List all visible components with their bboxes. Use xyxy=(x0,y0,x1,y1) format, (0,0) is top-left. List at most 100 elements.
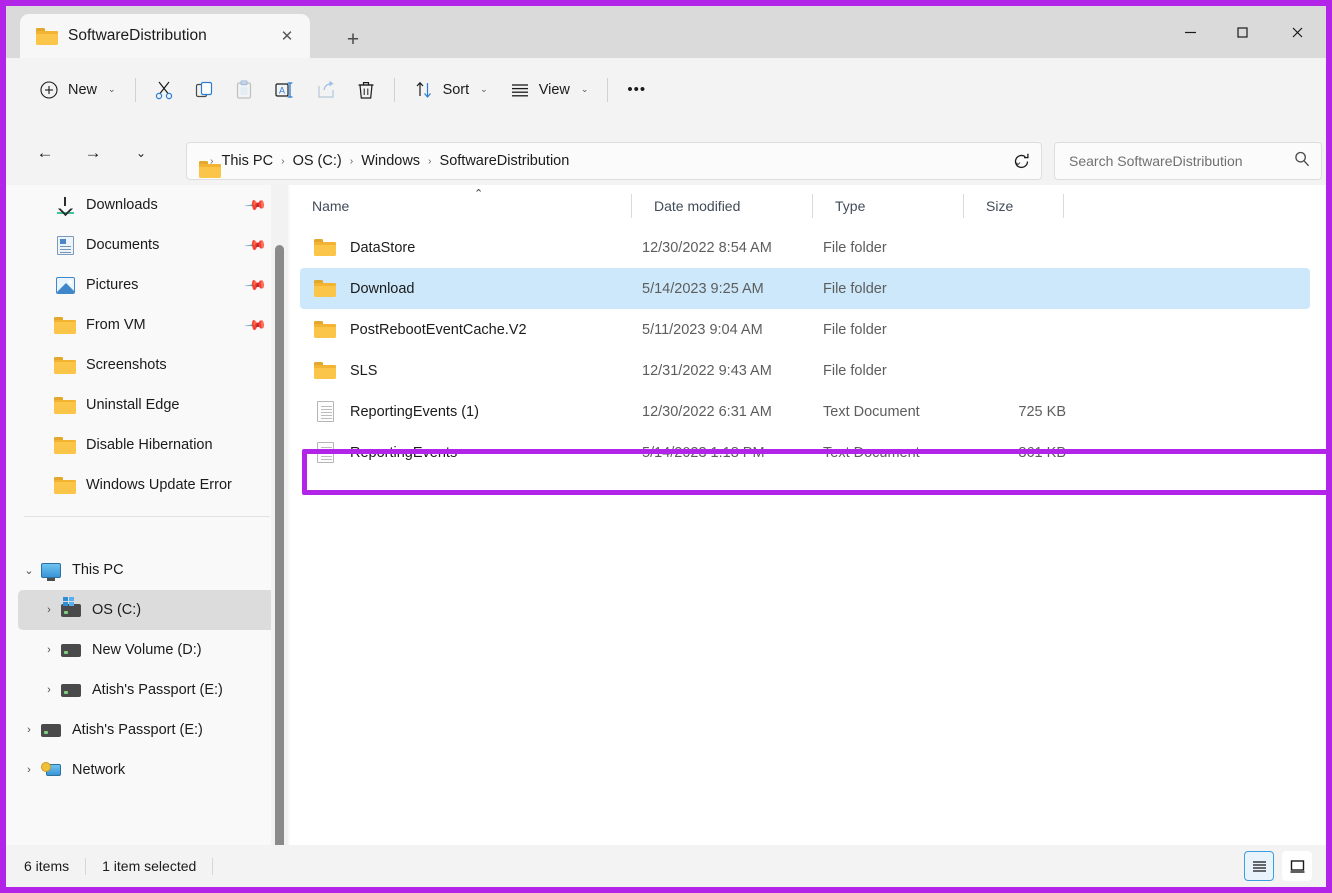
new-button[interactable]: New ⌄ xyxy=(28,71,127,109)
breadcrumb-item-softwaredistribution[interactable]: SoftwareDistribution xyxy=(435,150,575,172)
tab-softwaredistribution[interactable]: SoftwareDistribution ✕ xyxy=(20,14,310,58)
column-header-name[interactable]: ⌃ Name xyxy=(290,185,632,227)
close-window-button[interactable] xyxy=(1268,6,1326,58)
sidebar-item-atish-passport-e[interactable]: › Atish's Passport (E:) xyxy=(18,710,282,750)
breadcrumb-item-this-pc[interactable]: This PC xyxy=(217,150,279,172)
chevron-right-icon[interactable]: › xyxy=(38,604,60,616)
refresh-button[interactable] xyxy=(1004,144,1038,178)
sidebar-scrollbar[interactable] xyxy=(271,185,288,845)
column-header-label: Size xyxy=(986,198,1013,214)
sidebar-item-label: This PC xyxy=(72,562,124,578)
table-row[interactable]: DataStore 12/30/2022 8:54 AM File folder xyxy=(300,227,1310,268)
share-button[interactable] xyxy=(306,71,346,109)
table-row[interactable]: ReportingEvents (1) 12/30/2022 6:31 AM T… xyxy=(300,391,1310,432)
cut-button[interactable] xyxy=(144,71,184,109)
svg-text:A: A xyxy=(279,85,285,95)
search-box[interactable] xyxy=(1054,142,1322,180)
file-date-modified: 5/11/2023 9:04 AM xyxy=(642,322,823,338)
chevron-down-icon[interactable]: ⌄ xyxy=(18,564,40,577)
breadcrumb-item-windows[interactable]: Windows xyxy=(356,150,425,172)
sidebar-item-uninstall-edge[interactable]: Uninstall Edge xyxy=(18,385,282,425)
details-view-button[interactable] xyxy=(1244,851,1274,881)
recent-locations-button[interactable]: ⌄ xyxy=(124,136,158,170)
chevron-right-icon[interactable]: › xyxy=(38,684,60,696)
sidebar-item-new-volume-d[interactable]: › New Volume (D:) xyxy=(18,630,282,670)
table-row[interactable]: SLS 12/31/2022 9:43 AM File folder xyxy=(300,350,1310,391)
view-button[interactable]: View ⌄ xyxy=(499,71,600,109)
chevron-right-icon[interactable]: › xyxy=(18,764,40,776)
delete-button[interactable] xyxy=(346,71,386,109)
copy-button[interactable] xyxy=(184,71,224,109)
folder-icon xyxy=(312,319,338,341)
table-row[interactable]: ReportingEvents 5/14/2023 1:18 PM Text D… xyxy=(300,432,1310,473)
divider xyxy=(135,78,136,102)
command-bar: New ⌄ xyxy=(6,58,1326,121)
close-tab-icon[interactable]: ✕ xyxy=(274,23,300,49)
sidebar-scrollbar-thumb[interactable] xyxy=(275,245,284,845)
minimize-button[interactable] xyxy=(1164,6,1216,58)
sidebar-item-network[interactable]: › Network xyxy=(18,750,282,790)
address-bar[interactable]: › This PC › OS (C:) › Windows › Software… xyxy=(186,142,1042,180)
breadcrumb-separator: › xyxy=(278,155,288,167)
sidebar-item-screenshots[interactable]: Screenshots xyxy=(18,345,282,385)
sidebar-item-disable-hibernation[interactable]: Disable Hibernation xyxy=(18,425,282,465)
file-name: PostRebootEventCache.V2 xyxy=(350,322,642,338)
sidebar-item-label: Screenshots xyxy=(86,357,167,373)
sidebar-item-label: From VM xyxy=(86,317,146,333)
table-row[interactable]: Download 5/14/2023 9:25 AM File folder xyxy=(300,268,1310,309)
sidebar-item-pictures[interactable]: Pictures 📌 xyxy=(18,265,282,305)
file-type: File folder xyxy=(823,363,974,379)
chevron-right-icon[interactable]: › xyxy=(18,724,40,736)
view-toggles xyxy=(1244,851,1312,881)
folder-icon xyxy=(312,237,338,259)
sort-icon xyxy=(414,80,434,100)
sidebar-item-windows-update-error[interactable]: Windows Update Error xyxy=(18,465,282,505)
sort-button[interactable]: Sort ⌄ xyxy=(403,71,499,109)
search-input[interactable] xyxy=(1069,153,1293,169)
column-header-size[interactable]: Size xyxy=(964,185,1064,227)
sidebar-item-os-c[interactable]: › OS (C:) xyxy=(18,590,282,630)
column-header-date-modified[interactable]: Date modified xyxy=(632,185,813,227)
column-header-type[interactable]: Type xyxy=(813,185,964,227)
sidebar-item-from-vm[interactable]: From VM 📌 xyxy=(18,305,282,345)
chevron-down-icon: ⌄ xyxy=(480,84,488,95)
back-button[interactable]: ← xyxy=(28,136,62,170)
maximize-button[interactable] xyxy=(1216,6,1268,58)
sidebar-item-atish-passport-e-nested[interactable]: › Atish's Passport (E:) xyxy=(18,670,282,710)
sidebar-item-documents[interactable]: Documents 📌 xyxy=(18,225,282,265)
sidebar-item-label: Atish's Passport (E:) xyxy=(72,722,203,738)
pin-icon[interactable]: 📌 xyxy=(243,273,267,297)
plus-circle-icon xyxy=(39,80,59,100)
sidebar-item-downloads[interactable]: Downloads 📌 xyxy=(18,185,282,225)
forward-button[interactable]: → xyxy=(76,136,110,170)
new-tab-button[interactable]: + xyxy=(328,21,378,58)
table-row[interactable]: PostRebootEventCache.V2 5/11/2023 9:04 A… xyxy=(300,309,1310,350)
pin-icon[interactable]: 📌 xyxy=(243,313,267,337)
sidebar-item-this-pc[interactable]: ⌄ This PC xyxy=(18,550,282,590)
pin-icon[interactable]: 📌 xyxy=(243,193,267,217)
file-size: 725 KB xyxy=(974,404,1074,420)
text-document-icon xyxy=(312,401,338,423)
new-button-label: New xyxy=(68,82,97,98)
copy-icon xyxy=(193,79,215,101)
file-date-modified: 12/31/2022 9:43 AM xyxy=(642,363,823,379)
item-count: 6 items xyxy=(24,858,85,874)
view-icon xyxy=(510,80,530,100)
more-options-button[interactable]: ••• xyxy=(616,71,657,109)
rename-button[interactable]: A xyxy=(264,71,306,109)
file-rows: DataStore 12/30/2022 8:54 AM File folder… xyxy=(290,227,1326,845)
sidebar-item-label: Documents xyxy=(86,237,159,253)
search-icon[interactable] xyxy=(1293,150,1311,173)
file-date-modified: 12/30/2022 8:54 AM xyxy=(642,240,823,256)
breadcrumb-item-os-c[interactable]: OS (C:) xyxy=(288,150,347,172)
large-icons-view-button[interactable] xyxy=(1282,851,1312,881)
os-drive-icon xyxy=(60,600,82,620)
drive-icon xyxy=(60,680,82,700)
paste-button[interactable] xyxy=(224,71,264,109)
pin-icon[interactable]: 📌 xyxy=(243,233,267,257)
drive-icon xyxy=(60,640,82,660)
chevron-right-icon[interactable]: › xyxy=(38,644,60,656)
file-type: Text Document xyxy=(823,404,974,420)
folder-icon xyxy=(54,475,76,495)
sidebar-item-label: Disable Hibernation xyxy=(86,437,213,453)
